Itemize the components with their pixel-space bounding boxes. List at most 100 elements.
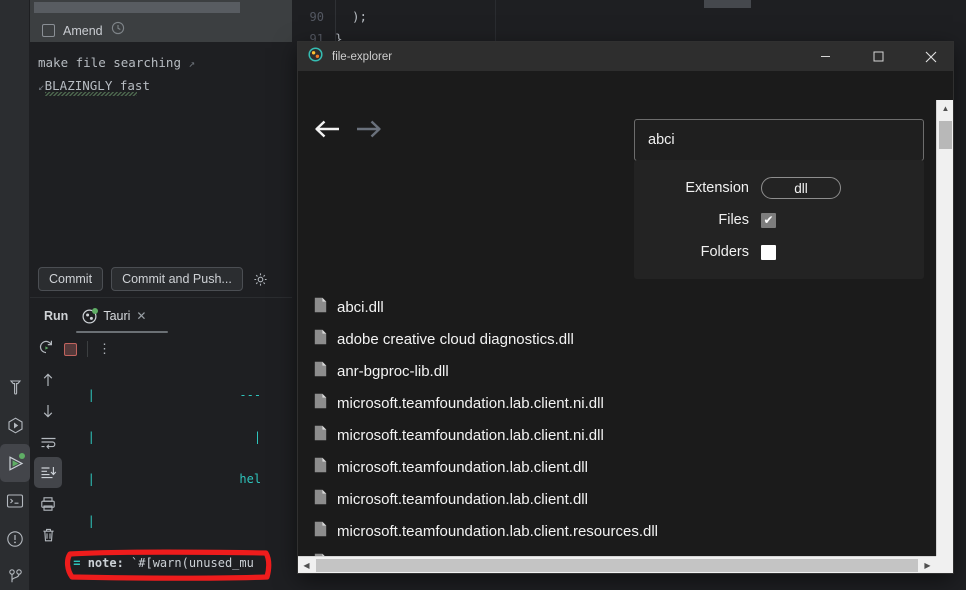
document-icon (314, 361, 327, 382)
clock-icon[interactable] (111, 21, 125, 40)
maximize-icon[interactable] (856, 42, 900, 71)
folders-checkbox[interactable] (761, 244, 776, 260)
changes-selected-row[interactable] (34, 2, 240, 13)
search-area: abci (634, 119, 924, 161)
document-icon (314, 521, 327, 542)
file-result-row[interactable]: abci.dll (314, 291, 938, 323)
search-results-list: abci.dll adobe creative cloud diagnostics… (298, 291, 938, 572)
commit-message-line-1: make file searching ↗ (38, 52, 284, 75)
file-result-name: microsoft.teamfoundation.lab.client.ni.d… (337, 426, 604, 444)
console-line-note: = note: `#[warn(unused_mu (66, 556, 254, 570)
ide-left-toolbar (0, 0, 30, 590)
run-status-dot (19, 453, 25, 459)
search-input[interactable]: abci (634, 119, 924, 161)
commit-message-input[interactable]: make file searching ↗ ↙BLAZINGLY fast (30, 42, 292, 257)
trash-icon[interactable] (30, 519, 66, 550)
commit-message-line-2: ↙BLAZINGLY fast (38, 75, 284, 98)
file-result-name: microsoft.teamfoundation.lab.client.dll (337, 490, 588, 508)
console-note-rest: `#[warn(unused_mu (123, 556, 254, 570)
files-checkbox[interactable]: ✔ (761, 212, 776, 228)
file-result-name: abci.dll (337, 298, 384, 316)
console-line: | --- (66, 388, 262, 402)
console-side-toolbar (30, 364, 66, 590)
file-result-row[interactable]: microsoft.teamfoundation.lab.client.dll (314, 451, 938, 483)
screenshot-root: 90 91 ); } Amend make file searching ↗ ↙… (0, 0, 966, 590)
rerun-icon[interactable] (38, 339, 54, 360)
file-result-name: microsoft.teamfoundation.lab.client.dll (337, 458, 588, 476)
horizontal-scrollbar-thumb[interactable] (316, 558, 918, 572)
editor-gutter: 90 91 (292, 0, 330, 46)
run-icon[interactable] (0, 444, 30, 482)
file-result-name: adobe creative cloud diagnostics.dll (337, 330, 574, 348)
commit-actions: Commit Commit and Push... (30, 262, 292, 296)
close-icon[interactable] (909, 42, 953, 71)
filter-panel: Extension dll Files ✔ Folders (634, 160, 924, 279)
document-icon (314, 297, 327, 318)
amend-row[interactable]: Amend (42, 21, 125, 40)
document-icon (314, 393, 327, 414)
vertical-scrollbar[interactable]: ▲ ▼ (936, 100, 953, 573)
vertical-scrollbar-thumb[interactable] (939, 121, 952, 149)
more-vertical-icon[interactable]: ⋮ (98, 342, 111, 355)
stop-icon[interactable] (64, 342, 77, 356)
file-explorer-window: file-explorer abci Extension dll Files ✔… (298, 42, 953, 573)
console-note-keyword: note: (87, 556, 124, 570)
commit-changes-header: Amend (30, 0, 292, 42)
file-result-row[interactable]: microsoft.teamfoundation.lab.client.reso… (314, 515, 938, 547)
problems-icon[interactable] (0, 520, 30, 558)
arrow-down-icon[interactable] (30, 395, 66, 426)
print-icon[interactable] (30, 488, 66, 519)
file-result-row[interactable]: microsoft.teamfoundation.lab.client.ni.d… (314, 387, 938, 419)
wrap-arrow-icon: ↗ (188, 57, 196, 70)
run-with-coverage-icon[interactable] (0, 406, 30, 444)
build-hammer-icon[interactable] (0, 368, 30, 406)
filter-row-files: Files ✔ (634, 204, 924, 236)
arrow-right-icon[interactable] (355, 119, 382, 144)
amend-checkbox[interactable] (42, 24, 55, 37)
commit-message-text: make file searching (38, 55, 181, 70)
terminal-icon[interactable] (0, 482, 30, 520)
run-tool-window: Run Tauri ✕ ⋮ | --- | | | hel | = note: … (30, 297, 292, 590)
commit-message-text-2: BLAZINGLY fast (44, 78, 150, 93)
console-line: | (66, 514, 95, 528)
arrow-left-icon[interactable] (314, 119, 341, 144)
minimize-icon[interactable] (803, 42, 847, 71)
git-branch-icon[interactable] (0, 558, 30, 590)
caret-up-icon[interactable]: ▲ (937, 100, 953, 117)
run-tool-title: Run (44, 309, 69, 323)
close-icon[interactable]: ✕ (136, 309, 146, 323)
tab-tauri[interactable]: Tauri ✕ (76, 298, 169, 334)
files-label: Files (718, 212, 749, 228)
extension-label: Extension (685, 180, 749, 196)
filter-row-folders: Folders (634, 236, 924, 268)
tab-tauri-label: Tauri (103, 309, 131, 323)
file-result-row[interactable]: adobe creative cloud diagnostics.dll (314, 323, 938, 355)
tauri-icon (308, 46, 323, 67)
spellcheck-underline (45, 92, 137, 96)
gear-icon[interactable] (253, 272, 268, 287)
caret-left-icon[interactable]: ◀ (298, 557, 315, 574)
scroll-to-end-icon[interactable] (34, 457, 62, 488)
tauri-running-dot (92, 307, 99, 314)
console-line: | hel (66, 472, 262, 486)
navigation-controls (314, 119, 382, 144)
file-explorer-body: abci Extension dll Files ✔ Folders abci.… (298, 71, 953, 573)
console-line: | | (66, 430, 262, 444)
file-result-name: microsoft.teamfoundation.lab.client.ni.d… (337, 394, 604, 412)
file-explorer-titlebar[interactable]: file-explorer (298, 42, 953, 71)
arrow-up-icon[interactable] (30, 364, 66, 395)
extension-input[interactable]: dll (761, 177, 841, 199)
commit-button[interactable]: Commit (38, 267, 104, 291)
editor-area[interactable]: 90 91 ); } (292, 0, 966, 46)
run-console-output[interactable]: | --- | | | hel | = note: `#[warn(unused… (66, 364, 292, 590)
editor-tab-highlight (704, 0, 751, 8)
horizontal-scrollbar[interactable]: ◀ ▶ (298, 556, 936, 573)
commit-and-push-button[interactable]: Commit and Push... (111, 267, 243, 291)
editor-code-line: ); (352, 9, 368, 24)
file-result-row[interactable]: microsoft.teamfoundation.lab.client.ni.d… (314, 419, 938, 451)
caret-right-icon[interactable]: ▶ (919, 557, 936, 574)
file-result-row[interactable]: anr-bgproc-lib.dll (314, 355, 938, 387)
file-result-row[interactable]: microsoft.teamfoundation.lab.client.dll (314, 483, 938, 515)
soft-wrap-icon[interactable] (30, 426, 66, 457)
document-icon (314, 457, 327, 478)
